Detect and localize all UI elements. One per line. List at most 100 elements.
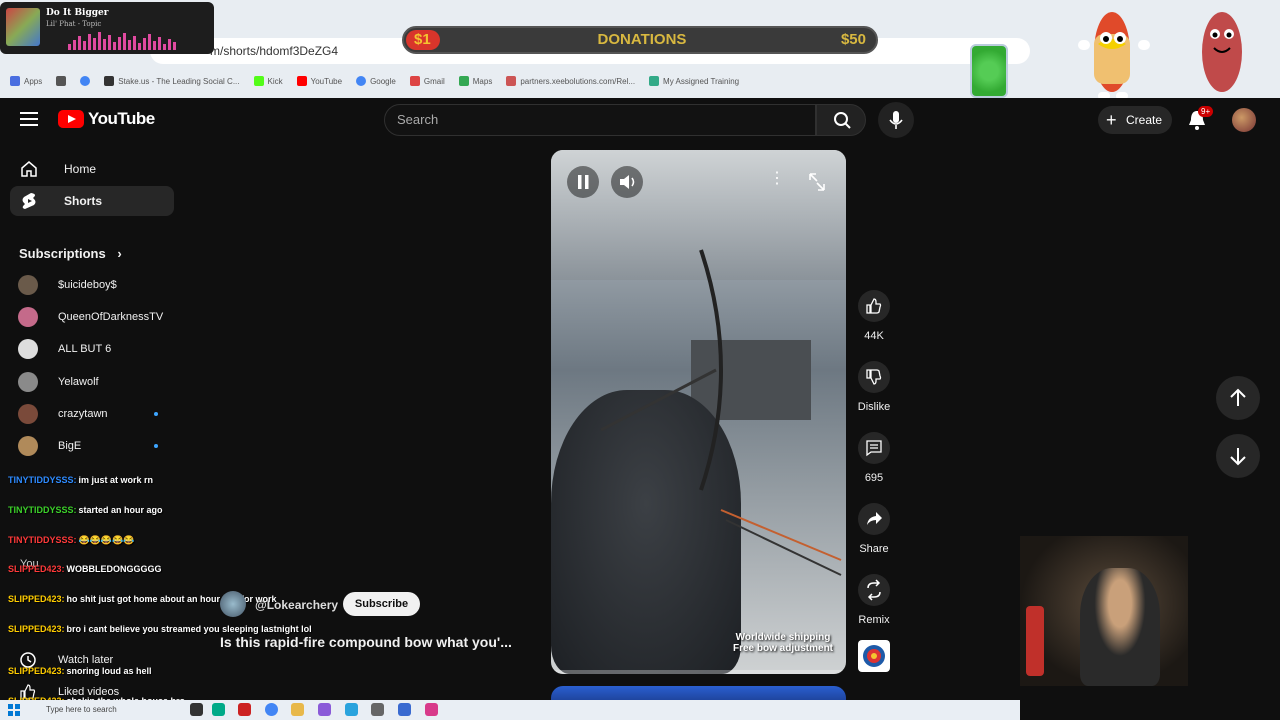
bookmark-maps[interactable]: Maps [458, 76, 492, 86]
voice-search-button[interactable] [878, 102, 914, 138]
subscription-item[interactable]: BigE [18, 434, 168, 458]
bookmark-google[interactable]: Google [356, 76, 396, 86]
visualizer-bar [88, 34, 91, 50]
pause-button[interactable] [567, 166, 599, 198]
channel-name[interactable]: @Lokearchery [255, 598, 338, 612]
taskbar-app-icon[interactable] [371, 703, 384, 716]
chat-username: TINYTIDDYSSS: [8, 535, 77, 545]
subscription-name: ALL BUT 6 [58, 343, 112, 355]
chat-username: SLIPPED423: [8, 624, 65, 634]
create-label: Create [1126, 113, 1163, 127]
create-button[interactable]: + Create [1098, 106, 1172, 134]
channel-avatar [18, 307, 38, 327]
visualizer-bar [143, 38, 146, 50]
subscription-name: $uicideboy$ [58, 279, 117, 291]
bookmark-chrome[interactable] [80, 76, 91, 86]
bookmark-partners[interactable]: partners.xeebolutions.com/Rel... [506, 76, 635, 86]
bookmark-label: partners.xeebolutions.com/Rel... [520, 76, 636, 86]
channel-avatar [18, 436, 38, 456]
link-icon [506, 76, 517, 86]
notifications-count-badge: 9+ [1198, 106, 1214, 117]
subscription-item[interactable]: ALL BUT 6 [18, 337, 168, 361]
album-art [6, 8, 40, 46]
remix-button[interactable]: Remix [858, 574, 890, 626]
subscription-item[interactable]: QueenOfDarknessTV [18, 305, 168, 329]
chat-message: SLIPPED423: snoring loud as hell [8, 666, 152, 676]
video-progress-bar[interactable] [551, 670, 846, 674]
bookmark-label: Kick [267, 76, 283, 86]
shorts-icon [22, 193, 36, 209]
visualizer-bar [103, 39, 106, 50]
previous-short-button[interactable] [1216, 376, 1260, 420]
search-input[interactable]: Search [384, 104, 816, 136]
chat-message: TINYTIDDYSSS: started an hour ago [8, 505, 163, 515]
comments-button[interactable]: 695 [858, 432, 890, 484]
bookmark-stake[interactable]: Stake.us - The Leading Social C... [104, 76, 240, 86]
subscription-name: QueenOfDarknessTV [58, 311, 164, 323]
video-title[interactable]: Is this rapid-fire compound bow what you… [220, 634, 512, 650]
more-options-icon[interactable]: ⋮ [765, 168, 789, 196]
shorts-video-player[interactable]: ⋮ Worldwide shipping Free bow adjustment [551, 150, 846, 674]
visualizer-bar [78, 36, 81, 50]
donation-max: $50 [840, 31, 866, 48]
new-content-dot [154, 412, 158, 416]
subscriptions-heading[interactable]: Subscriptions › [19, 246, 122, 261]
taskbar-app-icon[interactable] [190, 703, 203, 716]
fullscreen-icon[interactable] [805, 168, 829, 196]
arrow-down-icon [1230, 448, 1246, 466]
taskbar-app-icon[interactable] [425, 703, 438, 716]
share-button[interactable]: Share [858, 503, 890, 555]
windows-start-icon[interactable] [6, 702, 22, 718]
sidebar-item-home[interactable]: Home [10, 154, 174, 184]
channel-avatar[interactable] [220, 591, 246, 617]
like-count: 44K [864, 330, 884, 342]
bookmark-apps[interactable]: Apps [10, 76, 42, 86]
volume-button[interactable] [611, 166, 643, 198]
sidebar-item-label: Home [64, 162, 97, 176]
overlay-line: Worldwide shipping [735, 632, 831, 643]
taskbar-app-icon[interactable] [238, 703, 251, 716]
chat-message: SLIPPED423: WOBBLEDONGGGGG [8, 564, 162, 574]
chat-text: bro i cant believe you streamed you slee… [66, 624, 312, 634]
search-button[interactable] [816, 104, 866, 136]
taskbar-app-icon[interactable] [291, 703, 304, 716]
subscription-item[interactable]: $uicideboy$ [18, 273, 168, 297]
sidebar-item-shorts[interactable]: Shorts [10, 186, 174, 216]
taskbar-search-input[interactable]: Type here to search [30, 702, 180, 718]
like-button[interactable]: 44K [858, 290, 890, 342]
account-avatar[interactable] [1232, 108, 1256, 132]
dislike-button[interactable]: Dislike [858, 361, 890, 413]
youtube-logo[interactable]: YouTube [58, 109, 155, 129]
bookmark-kick[interactable]: Kick [253, 76, 283, 86]
visualizer-bar [128, 40, 131, 50]
taskbar-app-icon[interactable] [398, 703, 411, 716]
bookmark-label: Apps [24, 76, 43, 86]
visualizer-bar [73, 40, 76, 50]
archery-target-icon [863, 645, 885, 667]
taskbar-app-icon[interactable] [265, 703, 278, 716]
arrow-up-icon [1230, 388, 1246, 406]
bookmark-youtube[interactable]: YouTube [296, 76, 342, 86]
subscription-item[interactable]: Yelawolf [18, 370, 168, 394]
subscription-item[interactable]: crazytawn [18, 402, 168, 426]
dislike-label: Dislike [857, 401, 891, 413]
bookmark-grid[interactable] [56, 76, 67, 86]
grid-icon [56, 76, 67, 86]
hotdog-mascot [1078, 12, 1150, 100]
visualizer-bar [93, 38, 96, 50]
taskbar-app-icon[interactable] [318, 703, 331, 716]
home-icon [21, 161, 37, 177]
subscribe-button[interactable]: Subscribe [343, 592, 420, 616]
chat-username: SLIPPED423: [8, 594, 65, 604]
visualizer-bar [133, 36, 136, 50]
bookmark-gmail[interactable]: Gmail [409, 76, 445, 86]
youtube-logo-text: YouTube [88, 109, 155, 128]
sound-thumbnail[interactable] [858, 640, 890, 672]
taskbar-app-icon[interactable] [345, 703, 358, 716]
streamer-image [1080, 568, 1160, 686]
next-short-button[interactable] [1216, 434, 1260, 478]
menu-icon[interactable] [20, 110, 38, 128]
bookmark-training[interactable]: My Assigned Training [649, 76, 739, 86]
taskbar-app-icon[interactable] [212, 703, 225, 716]
donation-goal-bar: $1 DONATIONS $50 [402, 26, 878, 54]
